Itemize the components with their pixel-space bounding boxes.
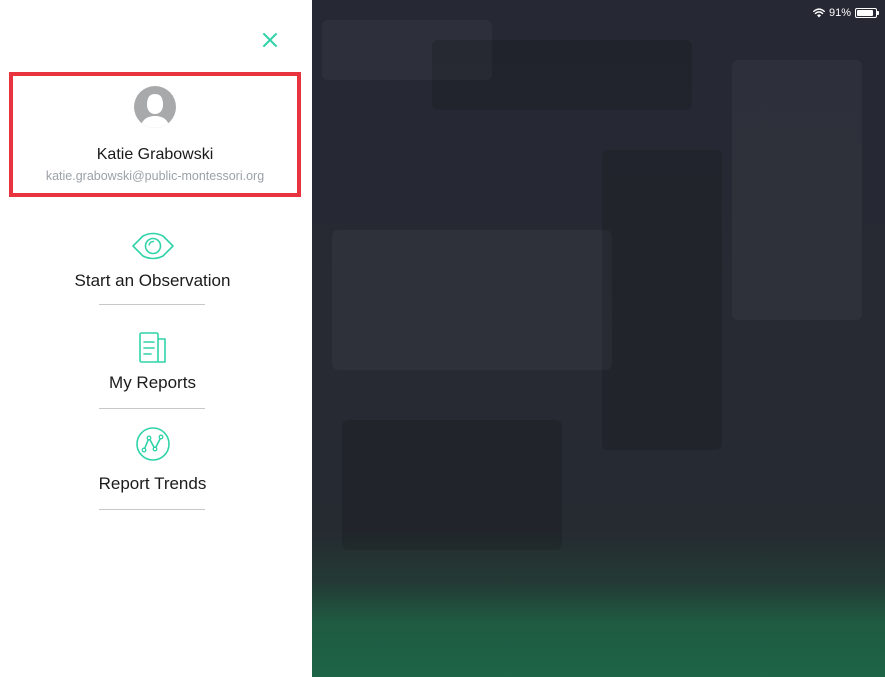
close-button[interactable] — [259, 29, 281, 51]
close-icon — [263, 33, 277, 47]
menu-label-report-trends: Report Trends — [98, 474, 207, 493]
sidebar-menu: Katie Grabowski katie.grabowski@public-m… — [0, 0, 310, 677]
profile-name: Katie Grabowski — [96, 146, 214, 163]
app-screen: Katie Grabowski katie.grabowski@public-m… — [0, 0, 885, 677]
menu-divider — [99, 509, 205, 510]
background-shape — [732, 60, 862, 320]
menu-item-report-trends[interactable]: Report Trends — [0, 424, 305, 508]
background-shape — [342, 420, 562, 550]
menu-item-my-reports[interactable]: My Reports — [0, 328, 305, 406]
eye-icon — [132, 232, 174, 260]
avatar-placeholder-icon — [140, 94, 170, 128]
avatar — [134, 86, 176, 128]
background-panel: 91% — [312, 0, 885, 677]
menu-item-start-observation[interactable]: Start an Observation — [0, 225, 305, 305]
trend-line-icon — [136, 427, 170, 461]
menu-divider — [99, 408, 205, 409]
background-shape — [332, 230, 612, 370]
status-bar: 91% — [813, 5, 879, 21]
menu-divider — [99, 304, 205, 305]
document-icon — [139, 332, 166, 363]
battery-icon — [855, 8, 879, 18]
menu-label-my-reports: My Reports — [109, 373, 196, 392]
battery-percentage: 91% — [828, 7, 851, 19]
battery-cap — [877, 11, 879, 15]
wifi-icon — [813, 8, 825, 18]
profile-card[interactable]: Katie Grabowski katie.grabowski@public-m… — [9, 72, 301, 197]
battery-fill — [857, 10, 873, 16]
profile-email: katie.grabowski@public-montessori.org — [45, 169, 265, 183]
background-shape — [432, 40, 692, 110]
menu-label-start-observation: Start an Observation — [74, 271, 231, 290]
background-shape — [602, 150, 722, 450]
